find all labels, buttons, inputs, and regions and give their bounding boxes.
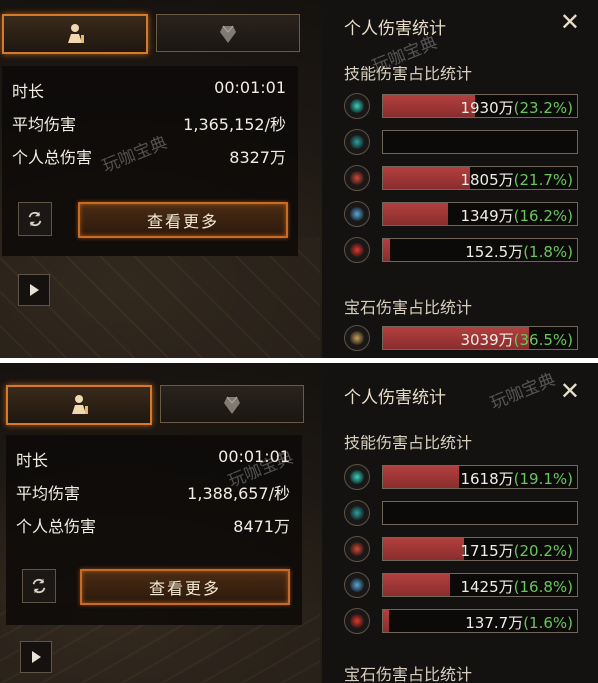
damage-bar-fill bbox=[383, 538, 464, 560]
damage-bar: 1805万(21.7%) bbox=[382, 166, 578, 190]
skill-icon-5 bbox=[344, 608, 370, 634]
damage-bar-fill bbox=[383, 239, 391, 261]
damage-bar-fill bbox=[383, 574, 450, 596]
damage-amount: 1349万 bbox=[460, 207, 514, 225]
avg-damage-label: 平均伤害 bbox=[12, 115, 77, 134]
avg-damage-value: 1,365,152/秒 bbox=[183, 115, 286, 134]
damage-percent: (16.2%) bbox=[513, 207, 573, 225]
damage-bar-label: 1930万(23.2%) bbox=[460, 97, 573, 118]
close-button[interactable]: ✕ bbox=[560, 377, 580, 405]
stats-icon bbox=[68, 24, 84, 43]
duration-value: 00:01:01 bbox=[214, 78, 286, 97]
stats-panel: 时长 00:01:01 平均伤害 1,365,152/秒 个人总伤害 8327万… bbox=[2, 66, 298, 256]
damage-percent: (36.5%) bbox=[513, 331, 573, 349]
damage-amount: 1425万 bbox=[460, 578, 514, 596]
close-icon: ✕ bbox=[559, 8, 580, 36]
damage-bar-fill bbox=[383, 167, 470, 189]
play-button[interactable] bbox=[20, 641, 52, 673]
skill-icon-3 bbox=[344, 165, 370, 191]
damage-bar: 1930万(23.2%) bbox=[382, 94, 578, 118]
damage-amount: 1715万 bbox=[460, 542, 514, 560]
skill-icon-1 bbox=[344, 464, 370, 490]
damage-percent: (20.2%) bbox=[513, 542, 573, 560]
gem-icon bbox=[224, 396, 240, 414]
damage-bar: 1349万(16.2%) bbox=[382, 202, 578, 226]
skill-icon-2 bbox=[344, 129, 370, 155]
damage-bar-label: 152.5万(1.8%) bbox=[465, 241, 573, 262]
refresh-button[interactable] bbox=[22, 569, 56, 603]
damage-amount: 1930万 bbox=[460, 99, 514, 117]
damage-bar-fill bbox=[383, 203, 448, 225]
skill-icon-3 bbox=[344, 536, 370, 562]
damage-amount: 1618万 bbox=[460, 470, 514, 488]
duration-label: 时长 bbox=[16, 451, 49, 470]
total-damage-value: 8327万 bbox=[229, 148, 286, 167]
gem-slot-icon bbox=[344, 325, 370, 351]
damage-bar: 137.7万(1.6%) bbox=[382, 609, 578, 633]
damage-bar-fill bbox=[383, 610, 390, 632]
damage-bar-label: 1715万(20.2%) bbox=[460, 540, 573, 561]
panel-title: 个人伤害统计 bbox=[344, 388, 446, 408]
total-damage-label: 个人总伤害 bbox=[12, 148, 93, 167]
close-icon: ✕ bbox=[559, 377, 580, 405]
damage-bar: 1425万(16.8%) bbox=[382, 573, 578, 597]
damage-bar: 152.5万(1.8%) bbox=[382, 238, 578, 262]
tab-personal-stats[interactable] bbox=[6, 385, 152, 425]
damage-bar bbox=[382, 501, 578, 525]
screenshot-top: 时长 00:01:01 平均伤害 1,365,152/秒 个人总伤害 8327万… bbox=[0, 0, 598, 358]
total-damage-value: 8471万 bbox=[233, 517, 290, 536]
play-button[interactable] bbox=[18, 274, 50, 306]
refresh-button[interactable] bbox=[18, 202, 52, 236]
stats-icon bbox=[72, 395, 88, 414]
damage-bar-label: 1618万(19.1%) bbox=[460, 468, 573, 489]
damage-bar: 1715万(20.2%) bbox=[382, 537, 578, 561]
view-more-button[interactable]: 查看更多 bbox=[80, 569, 290, 605]
skill-icon-4 bbox=[344, 572, 370, 598]
skill-icon-5 bbox=[344, 237, 370, 263]
damage-percent: (19.1%) bbox=[513, 470, 573, 488]
damage-amount: 3039万 bbox=[460, 331, 514, 349]
gem-section-title: 宝石伤害占比统计 bbox=[344, 298, 473, 317]
damage-bar bbox=[382, 130, 578, 154]
damage-percent: (1.8%) bbox=[523, 243, 573, 261]
damage-bar-label: 3039万(36.5%) bbox=[460, 329, 573, 350]
refresh-icon bbox=[28, 211, 42, 227]
skill-icon-1 bbox=[344, 93, 370, 119]
damage-amount: 137.7万 bbox=[465, 614, 524, 632]
damage-percent: (16.8%) bbox=[513, 578, 573, 596]
play-icon bbox=[32, 651, 41, 663]
screenshot-bottom: 时长 00:01:01 平均伤害 1,388,657/秒 个人总伤害 8471万… bbox=[0, 363, 598, 683]
refresh-icon bbox=[32, 578, 46, 594]
damage-bar: 3039万(36.5%) bbox=[382, 326, 578, 350]
damage-bar-fill bbox=[383, 466, 460, 488]
tab-gem-stats[interactable] bbox=[156, 14, 300, 52]
damage-stats-panel: 个人伤害统计 ✕ 技能伤害占比统计 1930万(23.2%) 1805万(21.7… bbox=[322, 0, 598, 358]
total-damage-label: 个人总伤害 bbox=[16, 517, 97, 536]
damage-stats-panel: 个人伤害统计 ✕ 技能伤害占比统计 1618万(19.1%) 1715万(20.2… bbox=[322, 363, 598, 683]
duration-label: 时长 bbox=[12, 82, 45, 101]
damage-bar: 1618万(19.1%) bbox=[382, 465, 578, 489]
skill-icon-2 bbox=[344, 500, 370, 526]
tab-personal-stats[interactable] bbox=[2, 14, 148, 54]
skill-icon-4 bbox=[344, 201, 370, 227]
damage-percent: (21.7%) bbox=[513, 171, 573, 189]
damage-bar-label: 1805万(21.7%) bbox=[460, 169, 573, 190]
damage-percent: (23.2%) bbox=[513, 99, 573, 117]
close-button[interactable]: ✕ bbox=[560, 8, 580, 36]
gem-section-title: 宝石伤害占比统计 bbox=[344, 665, 473, 683]
gem-icon bbox=[220, 25, 236, 43]
tab-gem-stats[interactable] bbox=[160, 385, 304, 423]
damage-bar-label: 1349万(16.2%) bbox=[460, 205, 573, 226]
avg-damage-label: 平均伤害 bbox=[16, 484, 81, 503]
damage-bar-label: 137.7万(1.6%) bbox=[465, 612, 573, 633]
view-more-button[interactable]: 查看更多 bbox=[78, 202, 288, 238]
damage-amount: 152.5万 bbox=[465, 243, 524, 261]
skill-section-title: 技能伤害占比统计 bbox=[344, 433, 473, 452]
damage-amount: 1805万 bbox=[460, 171, 514, 189]
play-icon bbox=[30, 284, 39, 296]
damage-percent: (1.6%) bbox=[523, 614, 573, 632]
damage-bar-label: 1425万(16.8%) bbox=[460, 576, 573, 597]
